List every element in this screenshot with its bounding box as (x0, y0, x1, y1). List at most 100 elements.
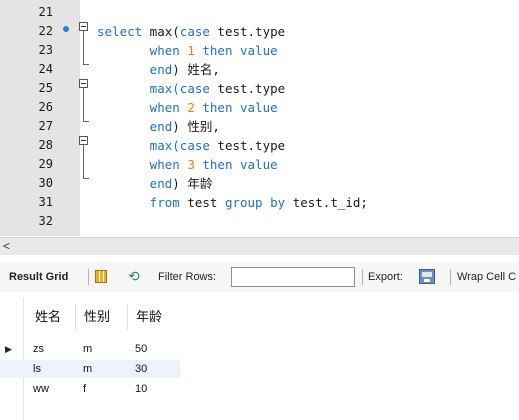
fold-guide-line (83, 145, 84, 178)
filter-rows-label: Filter Rows: (158, 271, 217, 283)
sql-number: 2 (187, 100, 195, 115)
current-row-arrow-icon: ▶ (5, 344, 12, 354)
sql-token: ) 姓名, (172, 62, 220, 77)
sql-keyword: value (232, 43, 278, 58)
result-grid-tab[interactable]: Result Grid (9, 262, 68, 292)
sql-keyword: value (232, 100, 278, 115)
sql-token: test.type (209, 81, 286, 96)
code-line[interactable]: 26 when 2 then value (0, 98, 519, 117)
sql-editor[interactable]: 21 22 select max(case test.type 23 when 1 t… (0, 0, 519, 236)
table-cell[interactable]: zs (33, 340, 44, 358)
toolbar-separator (450, 269, 451, 285)
code-line[interactable]: 32 (0, 212, 519, 231)
code-text: end) 年龄 (97, 174, 213, 193)
table-cell[interactable]: 50 (135, 340, 147, 358)
column-divider (75, 304, 76, 330)
toolbar-separator (362, 269, 363, 285)
code-line[interactable]: 21 (0, 3, 519, 22)
table-cell[interactable]: f (83, 380, 86, 398)
line-number: 30 (38, 176, 53, 190)
export-icon[interactable] (419, 269, 435, 284)
sql-token: test.type (209, 24, 286, 39)
sql-keyword: end (97, 119, 173, 134)
code-line[interactable]: 23 when 1 then value (0, 41, 519, 60)
sql-keyword: end (97, 62, 173, 77)
fold-guide-line (83, 88, 84, 121)
line-number: 28 (38, 138, 53, 152)
code-line[interactable]: 31 from test group by test.t_id; (0, 193, 519, 212)
result-toolbar: Result Grid ⟲ Filter Rows: Export: Wrap … (0, 262, 519, 292)
fold-toggle-icon[interactable] (79, 22, 88, 31)
code-line[interactable]: 29 when 3 then value (0, 155, 519, 174)
fold-end-marker (83, 178, 89, 179)
horizontal-scrollbar[interactable]: < (0, 237, 519, 255)
code-line[interactable]: 22 select max(case test.type (0, 22, 519, 41)
sql-keyword: when (97, 43, 188, 58)
fold-toggle-icon[interactable] (79, 79, 88, 88)
table-row[interactable]: ▶ zs m 50 (0, 340, 180, 358)
grid-layout-icon[interactable] (95, 270, 107, 283)
code-text: max(case test.type (97, 79, 286, 98)
sql-token: test.type (209, 138, 286, 153)
sql-keyword: from (97, 195, 180, 210)
sql-keyword: case (179, 24, 210, 39)
sql-keyword: max( (97, 81, 180, 96)
toolbar-separator (88, 269, 89, 285)
table-cell[interactable]: m (83, 340, 92, 358)
sql-keyword: end (97, 176, 173, 191)
line-number: 25 (38, 81, 53, 95)
code-line[interactable]: 27 end) 性别, (0, 117, 519, 136)
line-number: 31 (38, 195, 53, 209)
sql-token: max( (142, 24, 180, 39)
code-line[interactable]: 24 end) 姓名, (0, 60, 519, 79)
sql-keyword: then (194, 43, 233, 58)
table-cell[interactable]: 10 (135, 380, 147, 398)
column-header[interactable]: 姓名 (28, 298, 61, 336)
sql-token: ) 年龄 (172, 176, 213, 191)
fold-guide-line (83, 31, 84, 64)
code-line[interactable]: 28 max(case test.type (0, 136, 519, 155)
column-divider (127, 304, 128, 330)
line-number: 32 (38, 214, 53, 228)
export-label: Export: (368, 271, 403, 283)
filter-rows-input[interactable] (231, 267, 355, 287)
table-cell[interactable]: ls (33, 360, 41, 378)
sql-keyword: select (97, 24, 143, 39)
result-grid[interactable]: 姓名 性别 年龄 ▶ zs m 50 ls m 30 ww f 10 (0, 298, 519, 420)
line-number: 23 (38, 43, 53, 57)
sql-keyword: max( (97, 138, 180, 153)
code-line[interactable]: 30 end) 年龄 (0, 174, 519, 193)
code-text: select max(case test.type (97, 22, 285, 41)
code-text: max(case test.type (97, 136, 286, 155)
fold-end-marker (83, 64, 89, 65)
line-number: 27 (38, 119, 53, 133)
sql-keyword: when (97, 100, 188, 115)
refresh-icon[interactable]: ⟲ (128, 268, 140, 284)
table-cell[interactable]: ww (33, 380, 49, 398)
line-number: 22 (38, 24, 53, 38)
table-row[interactable]: ls m 30 (0, 360, 180, 378)
sql-keyword: value (232, 157, 278, 172)
sql-keyword: then (194, 157, 233, 172)
table-row[interactable]: ww f 10 (0, 380, 180, 398)
table-cell[interactable]: 30 (135, 360, 147, 378)
sql-keyword: when (97, 157, 188, 172)
code-text: end) 姓名, (97, 60, 220, 79)
sql-token: ) 性别, (172, 119, 220, 134)
code-text: when 2 then value (97, 98, 278, 117)
fold-toggle-icon[interactable] (79, 136, 88, 145)
table-cell[interactable]: m (83, 360, 92, 378)
line-number: 24 (38, 62, 53, 76)
scroll-left-arrow-icon[interactable]: < (3, 238, 10, 255)
sql-keyword: then (194, 100, 233, 115)
grid-header-row: 姓名 性别 年龄 (0, 298, 180, 336)
code-line[interactable]: 25 max(case test.type (0, 79, 519, 98)
line-number: 26 (38, 100, 53, 114)
sql-number: 1 (187, 43, 195, 58)
column-header[interactable]: 年龄 (129, 298, 162, 336)
column-header[interactable]: 性别 (77, 298, 110, 336)
wrap-cell-content-label[interactable]: Wrap Cell C (457, 262, 516, 292)
sql-number: 3 (187, 157, 195, 172)
code-text: end) 性别, (97, 117, 220, 136)
statement-marker-dot (63, 26, 69, 32)
